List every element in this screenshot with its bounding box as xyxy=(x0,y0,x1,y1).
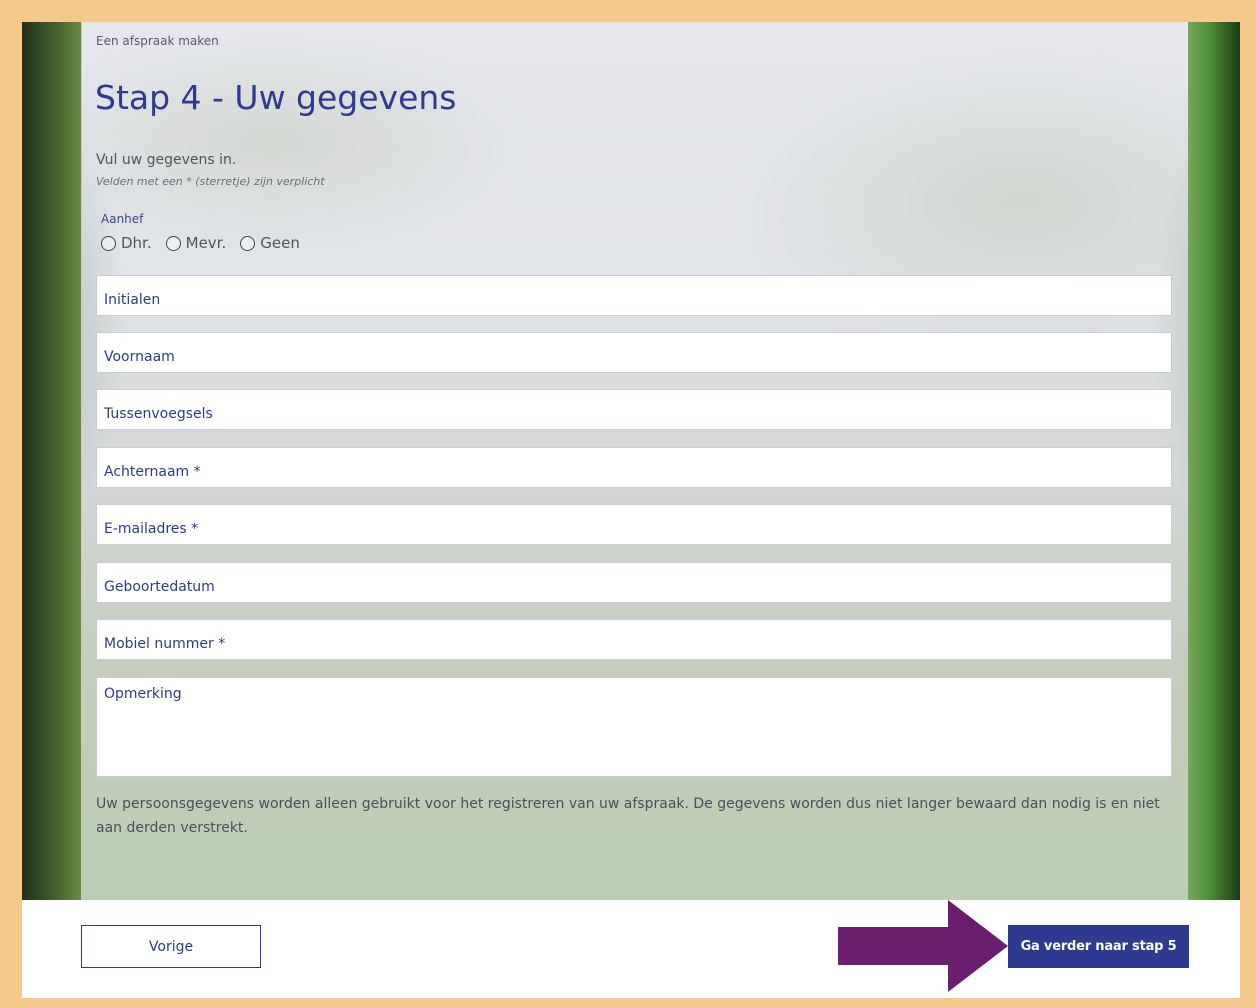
remark-field[interactable] xyxy=(97,678,1171,776)
background-tree-left xyxy=(22,22,82,900)
first-name-field-wrapper xyxy=(96,332,1172,373)
breadcrumb: Een afspraak maken xyxy=(96,34,219,48)
infix-field[interactable] xyxy=(97,390,1171,429)
last-name-field-wrapper xyxy=(96,447,1172,488)
initials-field-wrapper xyxy=(96,275,1172,316)
radio-mevr[interactable]: Mevr. xyxy=(165,234,227,252)
next-step-button[interactable]: Ga verder naar stap 5 xyxy=(1008,925,1189,968)
radio-geen-label[interactable]: Geen xyxy=(260,234,300,252)
mobile-field[interactable] xyxy=(97,620,1171,659)
salutation-radio-group: Dhr. Mevr. Geen xyxy=(101,234,300,252)
radio-dhr-label[interactable]: Dhr. xyxy=(121,234,152,252)
radio-geen-circle[interactable] xyxy=(240,235,256,251)
email-field[interactable] xyxy=(97,505,1171,544)
salutation-label: Aanhef xyxy=(101,212,144,226)
email-field-wrapper xyxy=(96,504,1172,545)
birthdate-field[interactable] xyxy=(97,563,1171,602)
radio-mevr-label[interactable]: Mevr. xyxy=(186,234,227,252)
screenshot-frame: Een afspraak maken Stap 4 - Uw gegevens … xyxy=(22,22,1240,998)
last-name-field[interactable] xyxy=(97,448,1171,487)
required-note: Velden met een * (sterretje) zijn verpli… xyxy=(96,175,325,188)
birthdate-field-wrapper xyxy=(96,562,1172,603)
mobile-field-wrapper xyxy=(96,619,1172,660)
page-title: Stap 4 - Uw gegevens xyxy=(95,78,457,117)
previous-button[interactable]: Vorige xyxy=(81,925,261,968)
radio-geen[interactable]: Geen xyxy=(240,234,300,252)
remark-field-wrapper xyxy=(96,677,1172,777)
radio-dhr-circle[interactable] xyxy=(101,235,116,251)
arrow-right-icon xyxy=(838,900,1008,992)
background-tree-right xyxy=(1188,22,1240,900)
radio-mevr-circle[interactable] xyxy=(165,235,181,251)
intro-text: Vul uw gegevens in. xyxy=(96,152,237,168)
radio-dhr[interactable]: Dhr. xyxy=(101,234,152,252)
infix-field-wrapper xyxy=(96,389,1172,430)
privacy-text: Uw persoonsgegevens worden alleen gebrui… xyxy=(96,796,1160,836)
initials-field[interactable] xyxy=(97,276,1171,315)
first-name-field[interactable] xyxy=(97,333,1171,372)
